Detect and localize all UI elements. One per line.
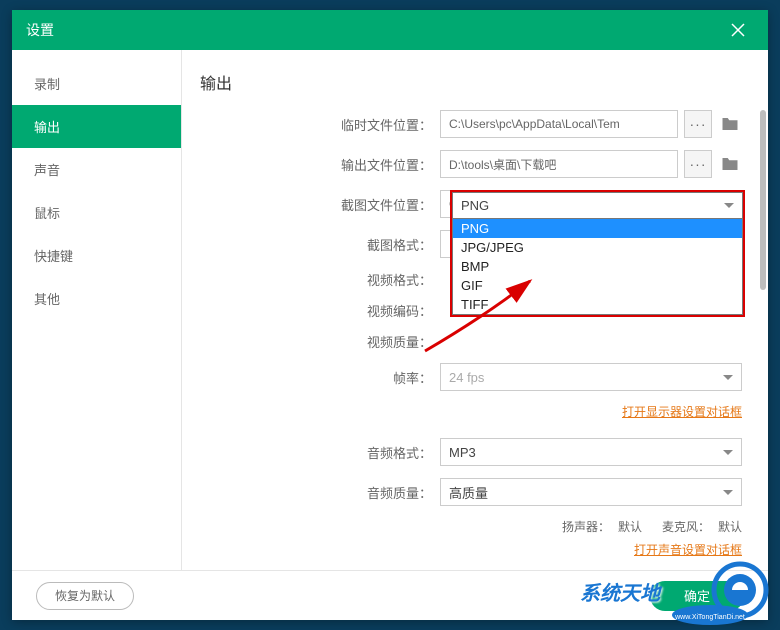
sidebar-label: 输出 <box>34 120 60 135</box>
sidebar-item-sound[interactable]: 声音 <box>12 148 181 191</box>
input-temp-location[interactable] <box>440 110 678 138</box>
row-temp-location: 临时文件位置： ··· <box>200 110 742 138</box>
speaker-label: 扬声器： <box>562 518 610 535</box>
sidebar-item-other[interactable]: 其他 <box>12 277 181 320</box>
footer: 恢复为默认 确定 <box>12 570 768 620</box>
open-folder-button[interactable] <box>718 152 742 176</box>
sidebar-item-output[interactable]: 输出 <box>12 105 181 148</box>
titlebar: 设置 <box>12 10 768 50</box>
row-video-quality: 视频质量： <box>200 332 742 351</box>
sidebar-label: 声音 <box>34 163 60 178</box>
dropdown-selected[interactable]: PNG <box>452 192 743 218</box>
close-icon <box>731 23 745 37</box>
row-fps: 帧率： 24 fps <box>200 363 742 391</box>
screenshot-format-dropdown: PNG PNG JPG/JPEG BMP GIF TIFF <box>450 190 745 317</box>
scrollbar-thumb[interactable] <box>760 110 766 290</box>
window-title: 设置 <box>26 20 54 40</box>
sidebar-item-mouse[interactable]: 鼠标 <box>12 191 181 234</box>
label-audio-quality: 音频质量： <box>200 483 440 502</box>
label-temp-location: 临时文件位置： <box>200 115 440 134</box>
row-output-location: 输出文件位置： ··· <box>200 150 742 178</box>
dropdown-option-png[interactable]: PNG <box>453 219 742 238</box>
row-audio-format: 音频格式： MP3 <box>200 438 742 466</box>
sidebar-item-hotkeys[interactable]: 快捷键 <box>12 234 181 277</box>
label-output-location: 输出文件位置： <box>200 155 440 174</box>
dropdown-option-jpg[interactable]: JPG/JPEG <box>453 238 742 257</box>
select-audio-format[interactable]: MP3 <box>440 438 742 466</box>
chevron-down-icon <box>724 203 734 208</box>
sidebar-label: 快捷键 <box>34 249 73 264</box>
chevron-down-icon <box>723 375 733 380</box>
sidebar-label: 其他 <box>34 292 60 307</box>
link-row-display: 打开显示器设置对话框 <box>200 403 742 420</box>
select-fps[interactable]: 24 fps <box>440 363 742 391</box>
label-audio-format: 音频格式： <box>200 443 440 462</box>
section-title-output: 输出 <box>200 70 742 94</box>
folder-icon <box>721 156 739 172</box>
input-output-location[interactable] <box>440 150 678 178</box>
sidebar: 录制 输出 声音 鼠标 快捷键 其他 <box>12 50 182 570</box>
browse-button[interactable]: ··· <box>684 110 712 138</box>
select-audio-quality[interactable]: 高质量 <box>440 478 742 506</box>
folder-icon <box>721 116 739 132</box>
mic-value: 默认 <box>718 518 742 535</box>
speaker-value: 默认 <box>618 518 642 535</box>
label-screenshot-format: 截图格式： <box>200 235 440 254</box>
label-video-encoding: 视频编码： <box>200 301 440 320</box>
restore-defaults-button[interactable]: 恢复为默认 <box>36 582 134 610</box>
dropdown-option-bmp[interactable]: BMP <box>453 257 742 276</box>
dropdown-option-gif[interactable]: GIF <box>453 276 742 295</box>
label-video-format: 视频格式： <box>200 270 440 289</box>
sidebar-label: 录制 <box>34 77 60 92</box>
link-sound-settings[interactable]: 打开声音设置对话框 <box>634 541 742 558</box>
browse-button[interactable]: ··· <box>684 150 712 178</box>
label-video-quality: 视频质量： <box>200 332 440 351</box>
chevron-down-icon <box>723 450 733 455</box>
label-screenshot-location: 截图文件位置： <box>200 195 440 214</box>
dropdown-option-tiff[interactable]: TIFF <box>453 295 742 314</box>
sidebar-item-record[interactable]: 录制 <box>12 62 181 105</box>
close-button[interactable] <box>722 14 754 46</box>
chevron-down-icon <box>723 490 733 495</box>
row-audio-quality: 音频质量： 高质量 <box>200 478 742 506</box>
sidebar-label: 鼠标 <box>34 206 60 221</box>
link-display-settings[interactable]: 打开显示器设置对话框 <box>622 403 742 420</box>
label-fps: 帧率： <box>200 368 440 387</box>
link-row-sound: 打开声音设置对话框 <box>200 541 742 558</box>
dropdown-list: PNG JPG/JPEG BMP GIF TIFF <box>452 218 743 315</box>
ok-button[interactable]: 确定 <box>650 581 744 611</box>
speaker-info-row: 扬声器： 默认 麦克风： 默认 <box>200 518 742 535</box>
mic-label: 麦克风： <box>662 518 710 535</box>
open-folder-button[interactable] <box>718 112 742 136</box>
